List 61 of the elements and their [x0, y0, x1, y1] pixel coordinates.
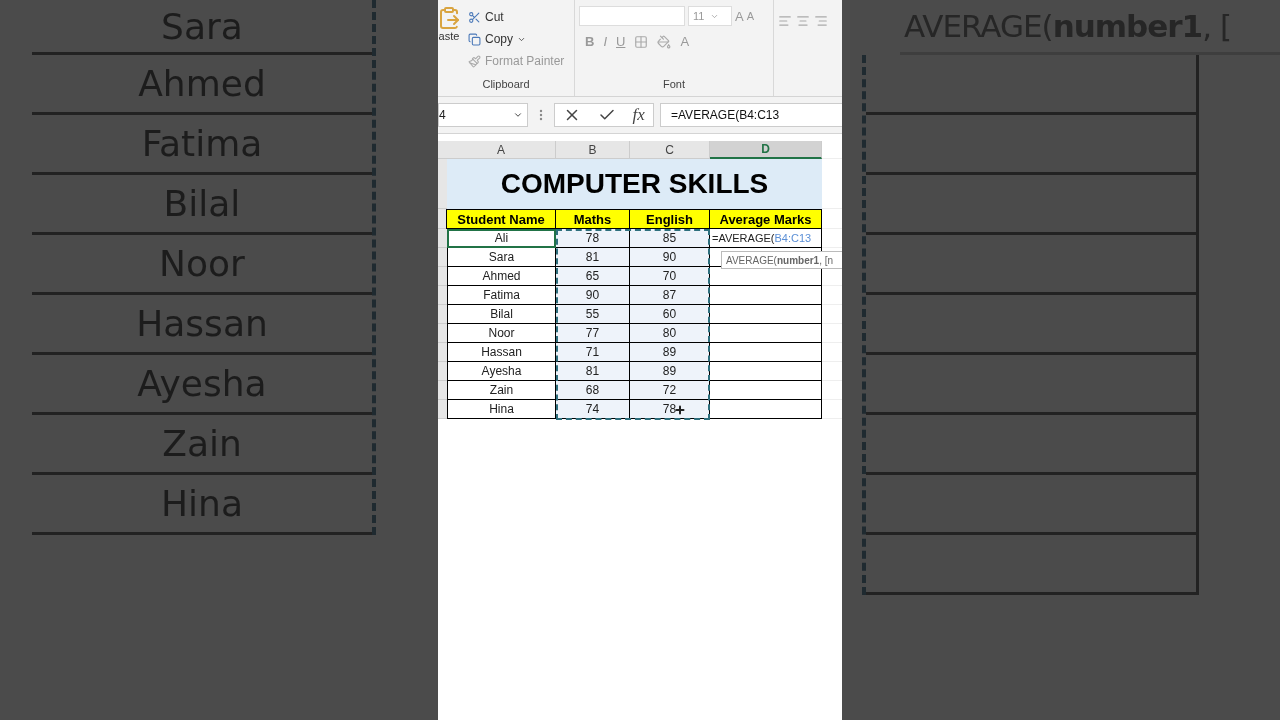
table-cell: Bilal	[447, 305, 556, 324]
align-left-icon[interactable]	[778, 14, 792, 28]
table-cell: 89	[630, 343, 710, 362]
table-cell: Hassan	[447, 343, 556, 362]
caret-icon	[513, 110, 523, 120]
group-label: Clipboard	[481, 78, 531, 92]
insert-function-button[interactable]: fx	[632, 105, 645, 125]
function-tooltip: AVERAGE(number1, [n	[721, 251, 842, 269]
group-label: Font	[662, 78, 686, 92]
fill-color-icon[interactable]	[657, 34, 672, 49]
table-cell: 78	[630, 400, 710, 419]
name-box[interactable]: 4	[438, 103, 528, 127]
select-all-corner[interactable]	[438, 141, 447, 159]
table-cell: 72	[630, 381, 710, 400]
table-cell: 68	[556, 381, 630, 400]
paste-button[interactable]: aste	[438, 6, 462, 72]
table-cell: Ayesha	[447, 362, 556, 381]
font-name-field[interactable]	[579, 6, 685, 26]
table-cell: 71	[556, 343, 630, 362]
column-header[interactable]: C	[630, 141, 710, 159]
clipboard-icon	[438, 6, 461, 30]
table-cell: 81	[556, 362, 630, 381]
table-cell: 60	[630, 305, 710, 324]
table-cell: Sara	[447, 248, 556, 267]
table-cell: 87	[630, 286, 710, 305]
column-header[interactable]: B	[556, 141, 630, 159]
column-header[interactable]: A	[447, 141, 556, 159]
copy-button[interactable]: Copy	[468, 28, 565, 50]
table-cell: 80	[630, 324, 710, 343]
editing-cell[interactable]: =AVERAGE(B4:C13	[710, 229, 822, 248]
align-center-icon[interactable]	[796, 14, 810, 28]
table-cell: Noor	[447, 324, 556, 343]
cut-button[interactable]: Cut	[468, 6, 565, 28]
scissors-icon	[468, 10, 481, 24]
formula-field[interactable]: =AVERAGE(B4:C13	[660, 103, 842, 127]
copy-icon	[468, 32, 481, 46]
header-cell: Average Marks	[709, 209, 822, 229]
table-cell: 55	[556, 305, 630, 324]
header-cell: English	[629, 209, 710, 229]
paintbrush-icon	[468, 54, 481, 68]
align-right-icon[interactable]	[814, 14, 828, 28]
table-cell: 81	[556, 248, 630, 267]
table-cell: 90	[630, 248, 710, 267]
table-cell: 65	[556, 267, 630, 286]
table-cell: 70	[630, 267, 710, 286]
header-cell: Maths	[555, 209, 630, 229]
table-cell: Ahmed	[447, 267, 556, 286]
table-cell: 90	[556, 286, 630, 305]
header-cell: Student Name	[446, 209, 556, 229]
table-cell: Zain	[447, 381, 556, 400]
table-cell: 89	[630, 362, 710, 381]
table-cell: Fatima	[447, 286, 556, 305]
column-header[interactable]: D	[710, 141, 822, 159]
move-cursor-icon	[674, 403, 686, 415]
table-cell: 78	[556, 229, 630, 248]
table-cell: Ali	[447, 229, 556, 248]
sheet-title: COMPUTER SKILLS	[447, 159, 822, 209]
borders-icon[interactable]	[634, 34, 649, 49]
table-cell: 85	[630, 229, 710, 248]
table-cell: 74	[556, 400, 630, 419]
table-cell: 77	[556, 324, 630, 343]
